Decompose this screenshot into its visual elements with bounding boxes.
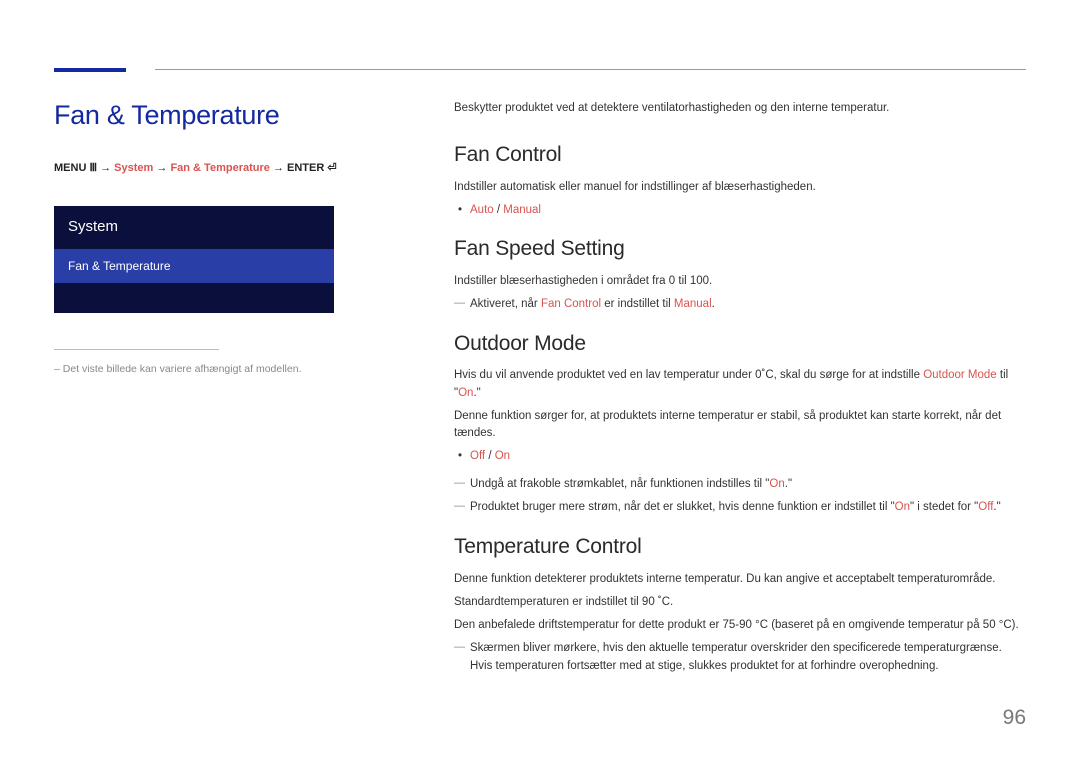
heading-fan-control: Fan Control: [454, 139, 1026, 171]
p1-end: .": [473, 387, 480, 399]
heading-temperature-control: Temperature Control: [454, 531, 1026, 563]
temp-p1: Denne funktion detekterer produktets int…: [454, 571, 1026, 588]
menu-icon: Ⅲ: [89, 162, 97, 174]
option-on: On: [495, 450, 510, 462]
option-sep: /: [494, 204, 504, 216]
section-fan-speed: Fan Speed Setting Indstiller blæserhasti…: [454, 233, 1026, 314]
option-auto: Auto: [470, 204, 494, 216]
breadcrumb-arrow: →: [100, 162, 111, 174]
outdoor-note2: Produktet bruger mere strøm, når det er …: [470, 499, 1026, 517]
right-column: Beskytter produktet ved at detektere ven…: [454, 100, 1026, 690]
heading-fan-speed: Fan Speed Setting: [454, 233, 1026, 265]
section-outdoor-mode: Outdoor Mode Hvis du vil anvende produkt…: [454, 328, 1026, 517]
fan-control-desc: Indstiller automatisk eller manuel for i…: [454, 179, 1026, 196]
breadcrumb: MENU Ⅲ → System → Fan & Temperature → EN…: [54, 160, 344, 177]
n2-pre: Produktet bruger mere strøm, når det er …: [470, 501, 895, 513]
fan-speed-note: Aktiveret, når Fan Control er indstillet…: [470, 296, 1026, 314]
outdoor-p1: Hvis du vil anvende produktet ved en lav…: [454, 367, 1026, 402]
note-em2: Manual: [674, 298, 712, 310]
page-title: Fan & Temperature: [54, 95, 344, 136]
section-fan-control: Fan Control Indstiller automatisk eller …: [454, 139, 1026, 219]
breadcrumb-enter: ENTER: [287, 162, 324, 174]
heading-outdoor-mode: Outdoor Mode: [454, 328, 1026, 360]
menu-padding: [54, 283, 334, 313]
menu-header: System: [54, 206, 334, 249]
option-off: Off: [470, 450, 485, 462]
n1-on: On: [769, 478, 784, 490]
note-pre: Aktiveret, når: [470, 298, 541, 310]
temp-p3: Den anbefalede driftstemperatur for dett…: [454, 617, 1026, 634]
p1-on: On: [458, 387, 473, 399]
breadcrumb-arrow: →: [156, 162, 167, 174]
breadcrumb-system: System: [114, 162, 153, 174]
left-column: Fan & Temperature MENU Ⅲ → System → Fan …: [54, 95, 344, 377]
note-mid: er indstillet til: [601, 298, 674, 310]
section-temperature-control: Temperature Control Denne funktion detek…: [454, 531, 1026, 676]
outdoor-options: Off / On: [470, 448, 1026, 465]
note-text: Det viste billede kan variere afhængigt …: [63, 363, 302, 375]
fan-control-options: Auto / Manual: [470, 202, 1026, 219]
note-end: .: [712, 298, 715, 310]
fan-speed-desc: Indstiller blæserhastigheden i området f…: [454, 273, 1026, 290]
menu-card: System Fan & Temperature: [54, 206, 334, 313]
n2-on: On: [895, 501, 910, 513]
p1-em: Outdoor Mode: [923, 369, 997, 381]
note-dash: –: [54, 363, 63, 375]
menu-item-fan-temperature[interactable]: Fan & Temperature: [54, 249, 334, 283]
outdoor-note1: Undgå at frakoble strømkablet, når funkt…: [470, 476, 1026, 494]
divider: [54, 349, 219, 350]
breadcrumb-fan-temp: Fan & Temperature: [170, 162, 269, 174]
model-note: – Det viste billede kan variere afhængig…: [54, 362, 344, 378]
breadcrumb-menu: MENU: [54, 162, 86, 174]
outdoor-p2: Denne funktion sørger for, at produktets…: [454, 408, 1026, 443]
p1-pre: Hvis du vil anvende produktet ved en lav…: [454, 369, 923, 381]
n1-end: .": [785, 478, 792, 490]
n1-pre: Undgå at frakoble strømkablet, når funkt…: [470, 478, 769, 490]
intro-text: Beskytter produktet ved at detektere ven…: [454, 100, 1026, 117]
n2-end: .": [993, 501, 1000, 513]
breadcrumb-arrow: →: [273, 162, 284, 174]
n2-mid: " i stedet for ": [910, 501, 978, 513]
accent-bar: [54, 68, 126, 72]
option-manual: Manual: [503, 204, 541, 216]
option-sep: /: [485, 450, 495, 462]
enter-icon: ⏎: [327, 162, 336, 174]
note-em: Fan Control: [541, 298, 601, 310]
page-number: 96: [1003, 702, 1026, 734]
horizontal-rule: [155, 69, 1026, 70]
temp-note1: Skærmen bliver mørkere, hvis den aktuell…: [470, 640, 1026, 676]
temp-p2: Standardtemperaturen er indstillet til 9…: [454, 594, 1026, 611]
n2-off: Off: [978, 501, 993, 513]
